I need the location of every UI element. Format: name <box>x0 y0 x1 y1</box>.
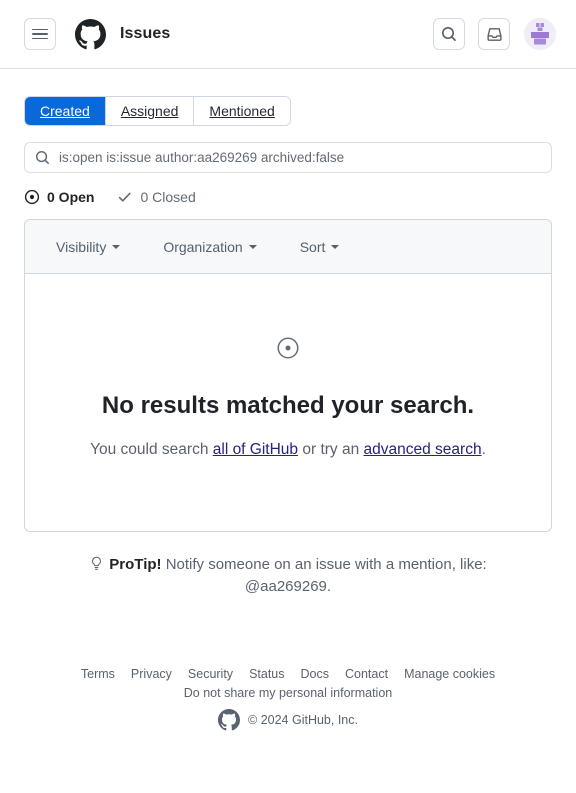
footer-link-privacy[interactable]: Privacy <box>131 667 172 681</box>
issue-state-counters: 0 Open 0 Closed <box>24 189 552 205</box>
footer-link-status[interactable]: Status <box>249 667 284 681</box>
filter-sort-label: Sort <box>299 238 326 255</box>
footer-links: Terms Privacy Security Status Docs Contact Man… <box>24 667 552 681</box>
empty-state-sub-suffix: . <box>481 441 486 458</box>
open-issues-label: 0 Open <box>47 189 95 205</box>
filter-organization-label: Organization <box>163 238 243 255</box>
page-content: Created Assigned Mentioned 0 Open <box>0 69 576 731</box>
avatar[interactable] <box>524 18 556 50</box>
github-logo-icon[interactable] <box>75 18 106 50</box>
tab-created-label: Created <box>40 103 90 119</box>
footer-link-security[interactable]: Security <box>188 667 233 681</box>
search-field-wrapper[interactable] <box>24 142 552 173</box>
chevron-down-icon <box>112 244 121 249</box>
tab-assigned[interactable]: Assigned <box>105 97 195 125</box>
issue-scope-tabs: Created Assigned Mentioned <box>24 96 291 126</box>
issue-opened-icon <box>24 189 40 205</box>
open-issues-counter[interactable]: 0 Open <box>24 189 94 205</box>
tab-mentioned[interactable]: Mentioned <box>194 97 290 125</box>
filter-visibility-label: Visibility <box>56 238 107 255</box>
page-footer: Terms Privacy Security Status Docs Contact Man… <box>24 667 552 731</box>
protip-title: ProTip! <box>109 556 162 574</box>
footer-copyright: © 2024 GitHub, Inc. <box>24 708 552 731</box>
filter-sort[interactable]: Sort <box>300 239 340 255</box>
hamburger-menu-button[interactable] <box>24 18 56 50</box>
footer-do-not-share-link[interactable]: Do not share my personal information <box>24 686 552 700</box>
search-icon <box>442 26 456 41</box>
all-of-github-link[interactable]: all of GitHub <box>213 441 298 458</box>
protip-text: Notify someone on an issue with a mentio… <box>161 556 487 596</box>
empty-state-heading: No results matched your search. <box>101 392 475 419</box>
search-icon <box>36 150 49 165</box>
filters-toolbar: Visibility Organization Sort <box>25 220 551 274</box>
empty-state-sub-prefix: You could search <box>90 441 213 458</box>
protip: ProTip! Notify someone on an issue with … <box>24 554 552 598</box>
page-title: Issues <box>120 25 171 42</box>
user-avatar-identicon <box>524 18 556 50</box>
footer-link-docs[interactable]: Docs <box>301 667 329 681</box>
search-button[interactable] <box>433 18 465 50</box>
empty-state: No results matched your search. You coul… <box>25 274 551 531</box>
footer-link-terms[interactable]: Terms <box>81 667 115 681</box>
app-header: Issues <box>0 0 576 69</box>
closed-issues-counter[interactable]: 0 Closed <box>117 189 196 205</box>
issues-results-panel: Visibility Organization Sort No results … <box>24 219 552 533</box>
chevron-down-icon <box>248 244 257 249</box>
check-icon <box>119 192 132 202</box>
hamburger-icon <box>32 28 48 40</box>
inbox-icon <box>486 27 502 41</box>
github-logo-icon <box>218 708 241 731</box>
chevron-down-icon <box>331 244 340 249</box>
tab-assigned-label: Assigned <box>120 103 179 119</box>
filter-organization[interactable]: Organization <box>163 238 257 255</box>
empty-state-sub-middle: or try an <box>298 441 364 458</box>
closed-issues-label: 0 Closed <box>140 189 196 205</box>
search-input[interactable] <box>59 150 541 165</box>
empty-state-icon-wrap <box>45 336 531 360</box>
footer-link-manage-cookies[interactable]: Manage cookies <box>404 667 495 681</box>
copyright-text: © 2024 GitHub, Inc. <box>248 712 358 727</box>
notifications-inbox-button[interactable] <box>478 18 510 50</box>
issue-opened-icon <box>277 337 299 359</box>
advanced-search-link[interactable]: advanced search <box>364 441 482 458</box>
tab-created[interactable]: Created <box>25 97 106 125</box>
tab-mentioned-label: Mentioned <box>209 103 275 119</box>
footer-link-contact[interactable]: Contact <box>345 667 388 681</box>
lightbulb-icon <box>92 557 102 571</box>
filter-visibility[interactable]: Visibility <box>56 238 121 255</box>
empty-state-subtext: You could search all of GitHub or try an… <box>88 439 488 461</box>
